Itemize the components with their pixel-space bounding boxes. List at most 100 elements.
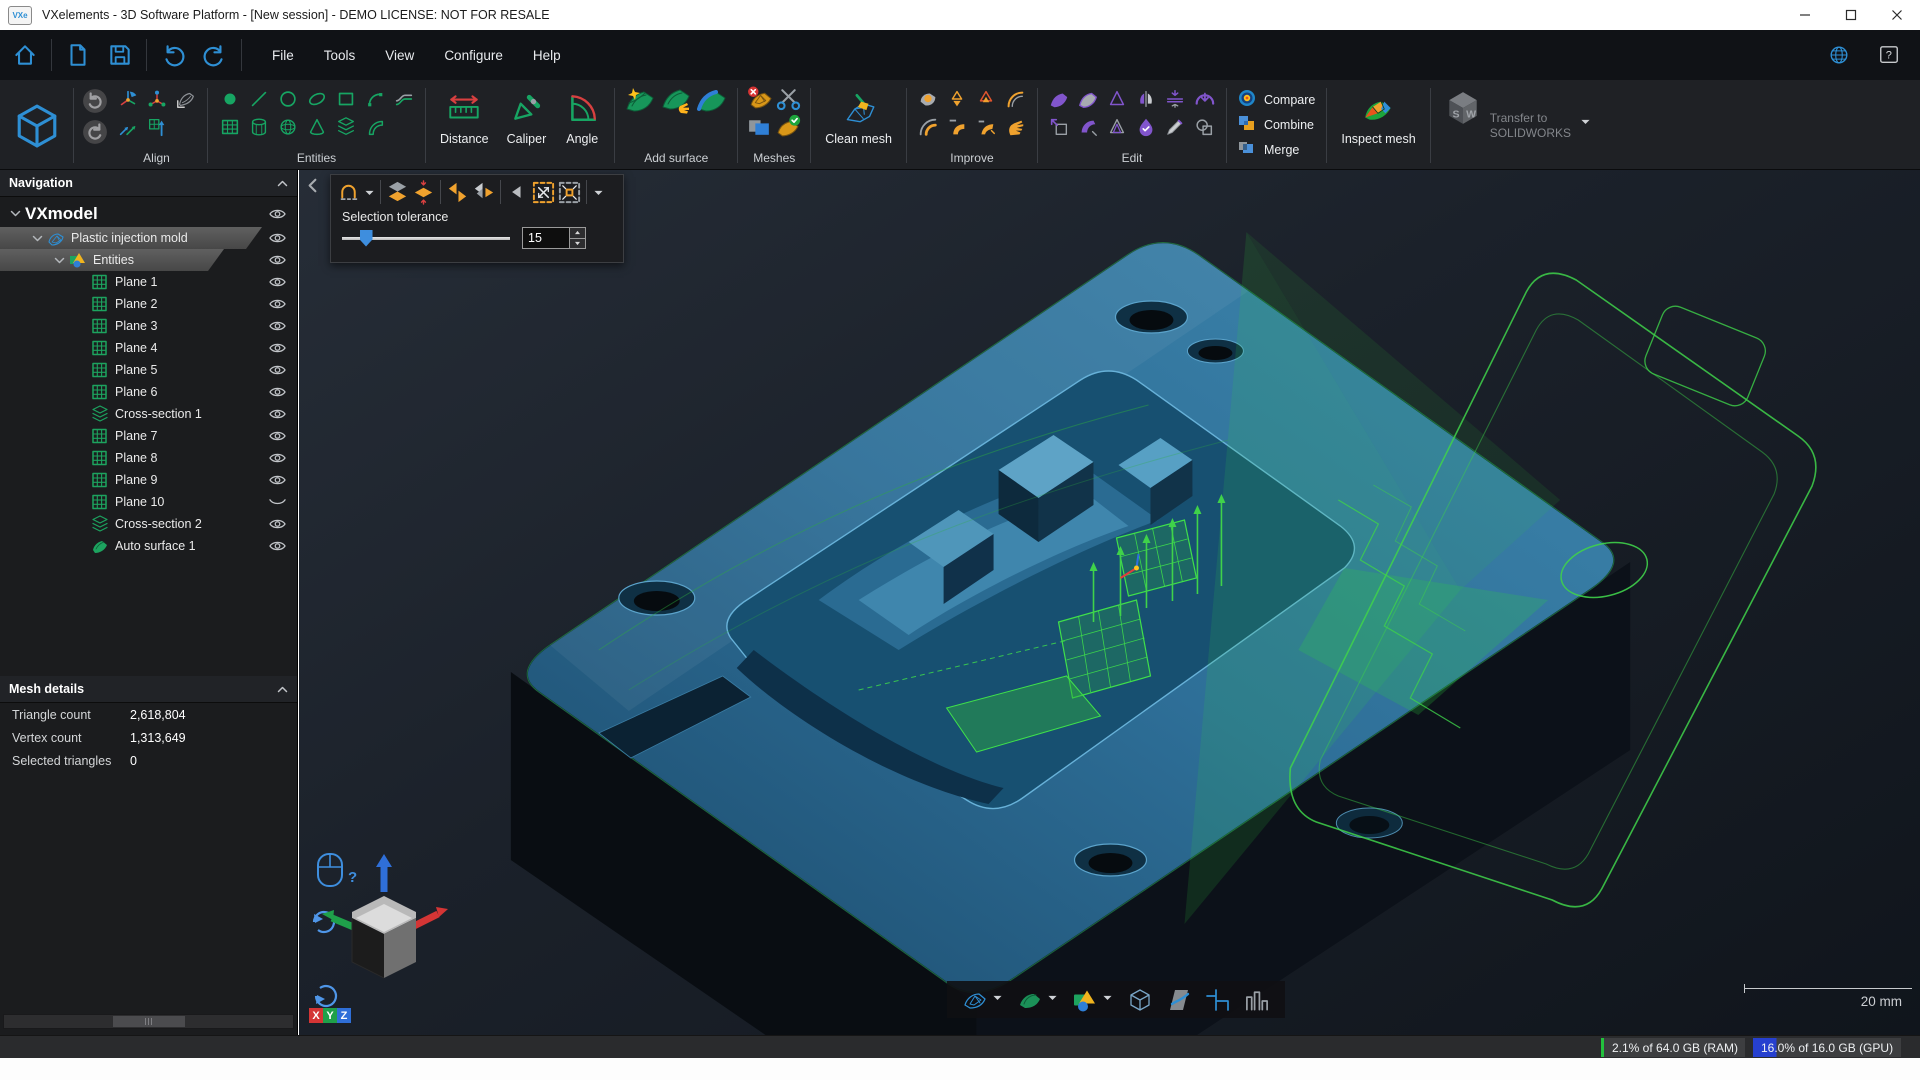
align-mesh-icon[interactable] — [114, 85, 141, 112]
selection-tolerance-input[interactable] — [523, 228, 569, 248]
rotate-ccw-icon[interactable] — [316, 986, 336, 1006]
eye-hidden-icon[interactable] — [267, 495, 288, 509]
menu-file[interactable]: File — [257, 30, 309, 80]
grow-selection-icon[interactable] — [531, 178, 556, 206]
surface-star-icon[interactable] — [623, 85, 657, 115]
back-tri-icon[interactable] — [505, 178, 530, 206]
boundary-icon[interactable] — [1002, 85, 1029, 112]
eye-visible-icon[interactable] — [267, 319, 288, 333]
cylinder-icon[interactable] — [245, 113, 272, 140]
menu-view[interactable]: View — [370, 30, 429, 80]
squares-icon[interactable] — [746, 113, 773, 140]
histogram-icon[interactable] — [1241, 987, 1273, 1013]
edit-scale-icon[interactable] — [1046, 113, 1073, 140]
tree-item-plane-10[interactable]: Plane 10 — [0, 491, 297, 513]
patch-wedge-icon[interactable] — [944, 113, 971, 140]
tree-item-plane-4[interactable]: Plane 4 — [0, 337, 297, 359]
eye-visible-icon[interactable] — [267, 385, 288, 399]
inspect-mesh-button[interactable]: Inspect mesh — [1332, 85, 1424, 166]
tree-item-plane-6[interactable]: Plane 6 — [0, 381, 297, 403]
distance-button[interactable]: Distance — [431, 85, 498, 166]
tree-item-plane-8[interactable]: Plane 8 — [0, 447, 297, 469]
dropdown-caret-icon[interactable] — [1101, 991, 1114, 1009]
edit-triangle2-icon[interactable] — [1104, 113, 1131, 140]
edit-bend-icon[interactable] — [1075, 113, 1102, 140]
tree-item-cross-section-2[interactable]: Cross-section 2 — [0, 513, 297, 535]
merge-button[interactable]: Merge — [1238, 139, 1315, 160]
decimate-icon[interactable] — [944, 85, 971, 112]
align-grid-icon[interactable] — [143, 113, 170, 140]
dropdown-caret-icon[interactable] — [591, 178, 605, 206]
tree-item-plane-5[interactable]: Plane 5 — [0, 359, 297, 381]
edit-gauge-icon[interactable] — [1191, 85, 1218, 112]
eye-visible-icon[interactable] — [267, 451, 288, 465]
line-icon[interactable] — [245, 85, 272, 112]
mesh-display-icon[interactable] — [959, 987, 1007, 1013]
compare-button[interactable]: Compare — [1238, 89, 1315, 110]
dropdown-caret-icon[interactable] — [1046, 991, 1059, 1009]
home-icon[interactable] — [4, 34, 46, 76]
sculpt-hand-icon[interactable] — [1002, 113, 1029, 140]
angle-button[interactable]: Angle — [555, 85, 609, 166]
tree-item-plane-1[interactable]: Plane 1 — [0, 271, 297, 293]
sphere-icon[interactable] — [274, 113, 301, 140]
view-orientation-widget[interactable]: ? — [304, 846, 464, 1031]
tree-item-vxmodel[interactable]: VXmodel — [0, 200, 297, 227]
align-surface-icon[interactable] — [172, 85, 199, 112]
entities-display-icon[interactable] — [1069, 987, 1117, 1013]
dropdown-caret-icon[interactable] — [991, 991, 1004, 1009]
eye-visible-icon[interactable] — [267, 473, 288, 487]
expander-icon[interactable] — [10, 208, 22, 219]
visible-selection-icon[interactable] — [411, 178, 436, 206]
align-points-icon[interactable] — [143, 85, 170, 112]
plane-icon[interactable] — [216, 113, 243, 140]
edit-levels-icon[interactable] — [1162, 85, 1189, 112]
edit-triangle-icon[interactable] — [1104, 85, 1131, 112]
vxmodel-button[interactable] — [6, 85, 68, 166]
eye-visible-icon[interactable] — [267, 429, 288, 443]
clean-mesh-button[interactable]: Clean mesh — [816, 85, 901, 166]
surface-display-icon[interactable] — [1014, 987, 1062, 1013]
wedge2-icon[interactable] — [973, 113, 1000, 140]
eye-visible-icon[interactable] — [267, 231, 288, 245]
tree-item-cross-section-1[interactable]: Cross-section 1 — [0, 403, 297, 425]
mesh-check-icon[interactable] — [775, 113, 802, 140]
lasso-selection-icon[interactable] — [336, 178, 361, 206]
tree-item-plane-9[interactable]: Plane 9 — [0, 469, 297, 491]
point-icon[interactable] — [216, 85, 243, 112]
collapse-mesh-details-icon[interactable] — [277, 684, 288, 695]
collapse-navigation-icon[interactable] — [277, 178, 288, 189]
redo-icon[interactable] — [194, 34, 236, 76]
edit-drop-icon[interactable] — [1133, 113, 1160, 140]
eye-visible-icon[interactable] — [267, 341, 288, 355]
cross-section-icon[interactable] — [332, 113, 359, 140]
align-arrows-icon[interactable] — [114, 113, 141, 140]
surface-edge-icon[interactable] — [695, 85, 729, 115]
tree-item-auto-surface-1[interactable]: Auto surface 1 — [0, 535, 297, 557]
through-selection-icon[interactable] — [385, 178, 410, 206]
cone-icon[interactable] — [303, 113, 330, 140]
mesh-delete-icon[interactable] — [746, 85, 773, 112]
undo-icon[interactable] — [152, 34, 194, 76]
curve-icon[interactable] — [361, 113, 388, 140]
navigation-header[interactable]: Navigation — [0, 170, 297, 197]
polyline-icon[interactable] — [390, 85, 417, 112]
redo-button[interactable] — [82, 119, 108, 145]
eye-visible-icon[interactable] — [267, 517, 288, 531]
ellipse-icon[interactable] — [303, 85, 330, 112]
transfer-solidworks-button[interactable]: SWTransfer toSOLIDWORKS — [1436, 85, 1600, 166]
menu-tools[interactable]: Tools — [309, 30, 371, 80]
menu-help[interactable]: Help — [518, 30, 576, 80]
mouse-help-icon[interactable] — [318, 854, 342, 886]
circle-icon[interactable] — [274, 85, 301, 112]
tree-item-plane-3[interactable]: Plane 3 — [0, 315, 297, 337]
cutting-plane-icon[interactable] — [1163, 987, 1195, 1013]
expander-icon[interactable] — [32, 233, 44, 244]
shrink-selection-icon[interactable] — [557, 178, 582, 206]
sidebar-scrollbar-handle[interactable] — [113, 1016, 185, 1027]
eye-visible-icon[interactable] — [267, 363, 288, 377]
eye-visible-icon[interactable] — [267, 253, 288, 267]
scissors-icon[interactable] — [775, 85, 802, 112]
edit-surface-icon[interactable] — [1046, 85, 1073, 112]
tree-item-plane-2[interactable]: Plane 2 — [0, 293, 297, 315]
